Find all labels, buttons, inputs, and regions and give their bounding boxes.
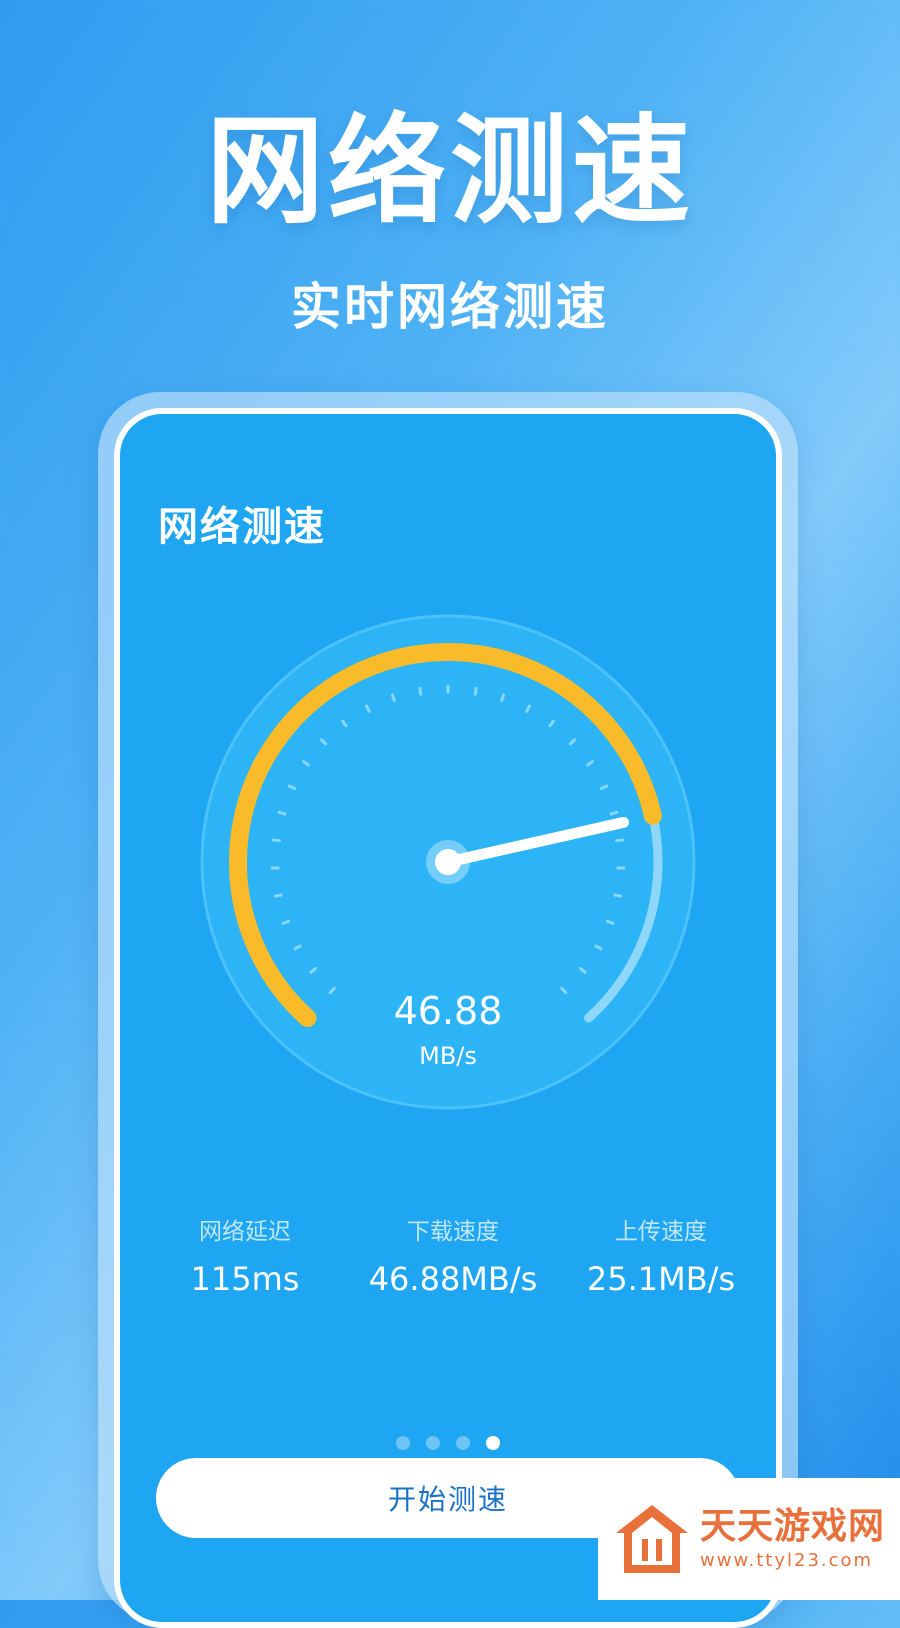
hero-subtitle: 实时网络测速 <box>0 282 900 332</box>
speed-gauge: 46.88 MB/s <box>190 604 706 1120</box>
gauge-tick <box>607 921 613 923</box>
gauge-tick <box>502 695 504 701</box>
app-title: 网络测速 <box>158 494 326 552</box>
stat-download: 下载速度 46.88MB/s <box>368 1212 538 1298</box>
page-indicator <box>120 1436 776 1450</box>
page-dot[interactable] <box>456 1436 470 1450</box>
gauge-speed-unit: MB/s <box>190 1044 706 1068</box>
stat-latency-value: 115ms <box>160 1260 330 1298</box>
stat-latency-label: 网络延迟 <box>160 1212 330 1246</box>
site-watermark: 天天游戏网 www.ttyl23.com <box>598 1478 900 1600</box>
stat-download-value: 46.88MB/s <box>368 1260 538 1298</box>
house-logo-icon <box>612 1499 692 1579</box>
gauge-tick <box>273 840 279 841</box>
watermark-brand: 天天游戏网 <box>700 1507 885 1547</box>
stat-latency: 网络延迟 115ms <box>160 1212 330 1298</box>
gauge-tick <box>617 840 623 841</box>
page-dot[interactable] <box>396 1436 410 1450</box>
gauge-tick <box>275 895 281 896</box>
stat-upload: 上传速度 25.1MB/s <box>576 1212 746 1298</box>
gauge-tick <box>279 812 285 814</box>
gauge-tick <box>283 921 289 923</box>
gauge-tick <box>392 695 394 701</box>
stat-download-label: 下载速度 <box>368 1212 538 1246</box>
page-dot[interactable] <box>486 1436 500 1450</box>
gauge-tick <box>611 812 617 814</box>
stat-upload-label: 上传速度 <box>576 1212 746 1246</box>
gauge-tick <box>615 895 621 896</box>
speed-stats: 网络延迟 115ms 下载速度 46.88MB/s 上传速度 25.1MB/s <box>120 1212 776 1298</box>
gauge-hub <box>435 849 461 875</box>
page-dot[interactable] <box>426 1436 440 1450</box>
hero-title: 网络测速 <box>0 112 900 230</box>
gauge-tick <box>475 688 476 694</box>
watermark-url: www.ttyl23.com <box>700 1550 885 1571</box>
gauge-speed-value: 46.88 <box>190 992 706 1030</box>
stat-upload-value: 25.1MB/s <box>576 1260 746 1298</box>
phone-screen: 网络测速 46.88 MB/s 网络延迟 115ms 下载速度 46.88MB/… <box>114 408 782 1628</box>
gauge-tick <box>420 688 421 694</box>
